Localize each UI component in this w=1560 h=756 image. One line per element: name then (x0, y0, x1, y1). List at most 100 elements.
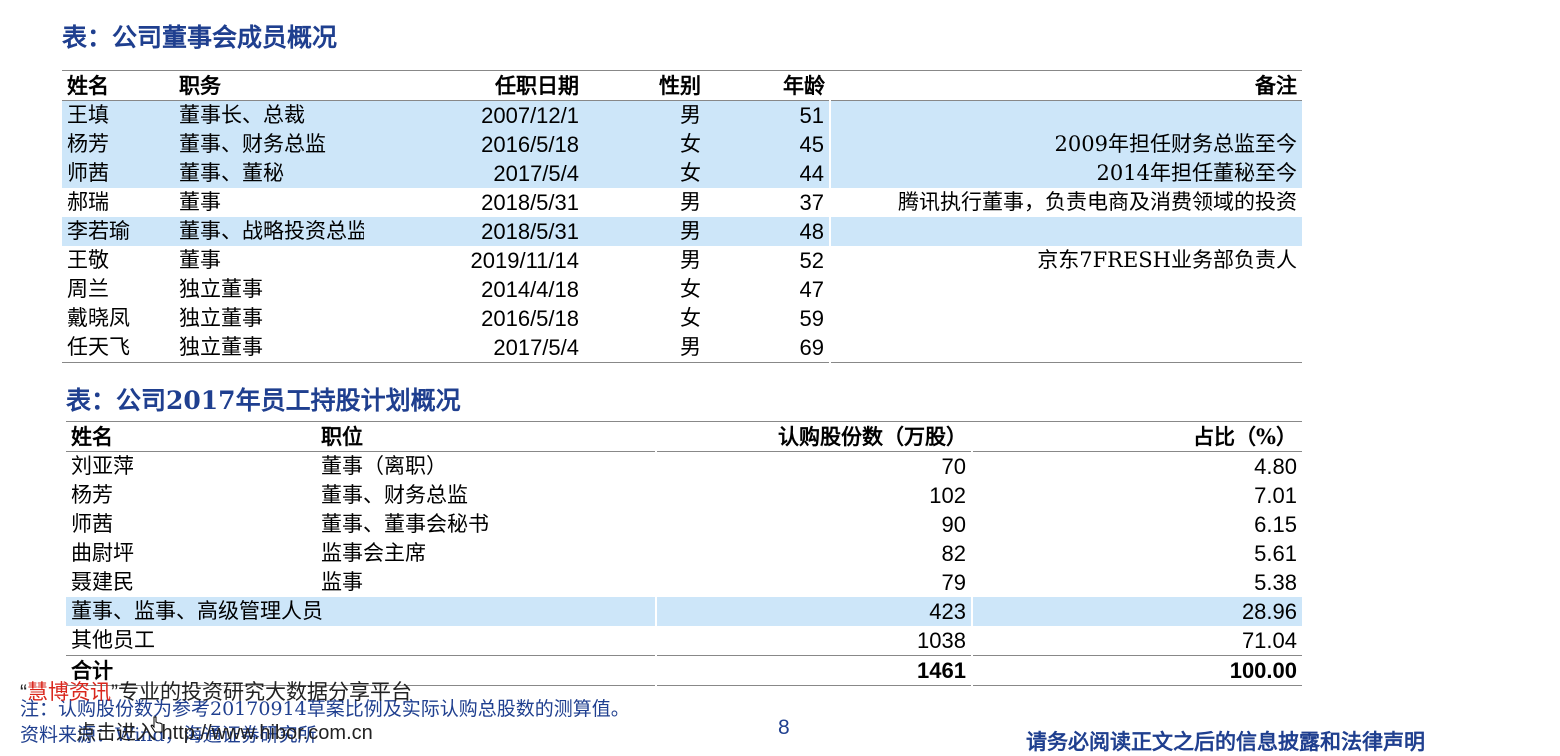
table-row: 戴晓凤 独立董事 2016/5/18 女 59 (62, 304, 1302, 333)
cell-name: 周兰 (67, 277, 109, 301)
header-date: 任职日期 (495, 73, 579, 98)
header-shares: 认购股份数（万股） (778, 424, 967, 449)
cell-name: 师茜 (62, 159, 174, 188)
cell-age: 45 (706, 130, 830, 159)
cell-date: 2007/12/1 (364, 100, 584, 130)
cell-ratio: 71.04 (971, 626, 1302, 656)
cell-name: 王填 (62, 100, 174, 130)
cell-date: 2019/11/14 (470, 248, 579, 273)
cell-date: 2018/5/31 (481, 190, 579, 215)
table-row: 师茜 董事、董事会秘书 90 6.15 (66, 510, 1302, 539)
cell-role: 董事长、总裁 (174, 100, 364, 130)
cell-name: 戴晓凤 (67, 306, 130, 330)
cell-shares: 79 (655, 568, 972, 597)
cell-date: 2017/5/4 (493, 335, 579, 360)
cell-note (829, 217, 1302, 246)
cell-shares: 1038 (655, 626, 972, 656)
watermark-quote: “ (20, 681, 27, 704)
cell-shares: 90 (655, 510, 972, 539)
cell-ratio: 6.15 (971, 510, 1302, 539)
cell-position: 董事（离职） (321, 454, 447, 478)
cell-name: 任天飞 (67, 335, 130, 359)
disclaimer[interactable]: 请务必阅读正文之后的信息披露和法律声明 (1026, 726, 1425, 756)
cell-age: 37 (799, 190, 824, 215)
cell-shares: 102 (655, 481, 972, 510)
cell-role: 董事、财务总监 (174, 130, 364, 159)
cell-position: 董事、董事会秘书 (321, 512, 489, 536)
cell-ratio: 100.00 (971, 655, 1302, 686)
cell-date: 2016/5/18 (481, 306, 579, 331)
header-sex: 性别 (659, 73, 701, 98)
watermark-link[interactable]: 点击进入 http://www.hibor.com.cn (76, 716, 373, 745)
cell-role: 董事、战略投资总监 (174, 217, 364, 246)
cell-shares: 70 (655, 451, 972, 481)
cell-name: 杨芳 (62, 130, 174, 159)
table2-caption: 表：公司2017年员工持股计划概况 (66, 386, 461, 415)
cell-name: 其他员工 (71, 628, 155, 652)
cell-ratio: 28.96 (971, 597, 1302, 626)
table-row: 杨芳 董事、财务总监 102 7.01 (66, 481, 1302, 510)
header-position: 职位 (321, 424, 363, 449)
cell-ratio: 5.38 (971, 568, 1302, 597)
hand-cursor-icon (150, 716, 163, 733)
cell-name: 郝瑞 (67, 190, 109, 214)
cell-age: 51 (706, 100, 830, 130)
cell-ratio: 4.80 (971, 451, 1302, 481)
table-row: 杨芳 董事、财务总监 2016/5/18 女 45 2009年担任财务总监至今 (62, 130, 1302, 159)
header-ratio: 占比（%） (1193, 424, 1297, 449)
cell-name: 刘亚萍 (71, 454, 134, 478)
cell-age: 47 (799, 277, 824, 302)
table-row: 曲尉坪 监事会主席 82 5.61 (66, 539, 1302, 568)
cell-name: 师茜 (71, 512, 113, 536)
page-number: 8 (778, 716, 790, 739)
cell-shares: 1461 (655, 655, 972, 686)
cell-shares: 82 (655, 539, 972, 568)
header-role: 职务 (179, 73, 221, 98)
table-row: 其他员工 1038 71.04 (66, 626, 1302, 656)
cell-sex: 男 (584, 100, 706, 130)
cell-age: 69 (799, 335, 824, 360)
table-row: 郝瑞 董事 2018/5/31 男 37 腾讯执行董事，负责电商及消费领域的投资 (62, 188, 1302, 217)
cell-age: 48 (706, 217, 830, 246)
table1-caption: 表：公司董事会成员概况 (62, 23, 338, 52)
table-row: 周兰 独立董事 2014/4/18 女 47 (62, 275, 1302, 304)
cell-age: 44 (706, 159, 830, 188)
table-row: 聂建民 监事 79 5.38 (66, 568, 1302, 597)
employee-stock-plan-table: 姓名 职位 认购股份数（万股） 占比（%） 刘亚萍 董事（离职） 70 4.80 杨芳董… (66, 421, 1302, 686)
table-row: 王填 董事长、总裁 2007/12/1 男 51 (62, 100, 1302, 130)
table-header-row: 姓名 职位 认购股份数（万股） 占比（%） (66, 421, 1302, 452)
cell-position: 董事、财务总监 (321, 483, 468, 507)
cell-name: 曲尉坪 (71, 541, 134, 565)
cell-position: 监事 (321, 570, 363, 594)
cell-name: 李若瑜 (62, 217, 174, 246)
watermark-banner[interactable]: “慧博资讯”专业的投资研究大数据分享平台 (20, 676, 412, 706)
table-row: 李若瑜 董事、战略投资总监 2018/5/31 男 48 (62, 217, 1302, 246)
cell-note: 京东7FRESH业务部负责人 (829, 246, 1302, 275)
cell-role: 独立董事 (179, 335, 263, 359)
cell-sex: 女 (680, 306, 701, 330)
cell-position: 监事会主席 (321, 541, 426, 565)
table-header-row: 姓名 职务 任职日期 性别 年龄 备注 (62, 70, 1302, 101)
table-row: 董事、监事、高级管理人员 423 28.96 (66, 597, 1302, 626)
header-note: 备注 (1255, 73, 1297, 98)
cell-age: 59 (799, 306, 824, 331)
cell-ratio: 7.01 (971, 481, 1302, 510)
table-row: 师茜 董事、董秘 2017/5/4 女 44 2014年担任董秘至今 (62, 159, 1302, 188)
cell-sex: 男 (584, 217, 706, 246)
cell-sex: 男 (680, 248, 701, 272)
cell-note (829, 333, 1302, 363)
cell-name: 王敬 (67, 248, 109, 272)
cell-age: 52 (799, 248, 824, 273)
cell-shares: 423 (655, 597, 972, 626)
cell-role: 董事 (179, 190, 221, 214)
cell-role: 独立董事 (179, 277, 263, 301)
cell-role: 董事 (179, 248, 221, 272)
table-row: 任天飞 独立董事 2017/5/4 男 69 (62, 333, 1302, 363)
cell-role: 董事、董秘 (174, 159, 364, 188)
cell-date: 2014/4/18 (481, 277, 579, 302)
cell-name: 董事、监事、高级管理人员 (66, 597, 656, 626)
cell-sex: 女 (680, 277, 701, 301)
watermark-brand: 慧博资讯 (27, 681, 111, 704)
cell-date: 2017/5/4 (364, 159, 584, 188)
table-row: 王敬 董事 2019/11/14 男 52 京东7FRESH业务部负责人 (62, 246, 1302, 275)
